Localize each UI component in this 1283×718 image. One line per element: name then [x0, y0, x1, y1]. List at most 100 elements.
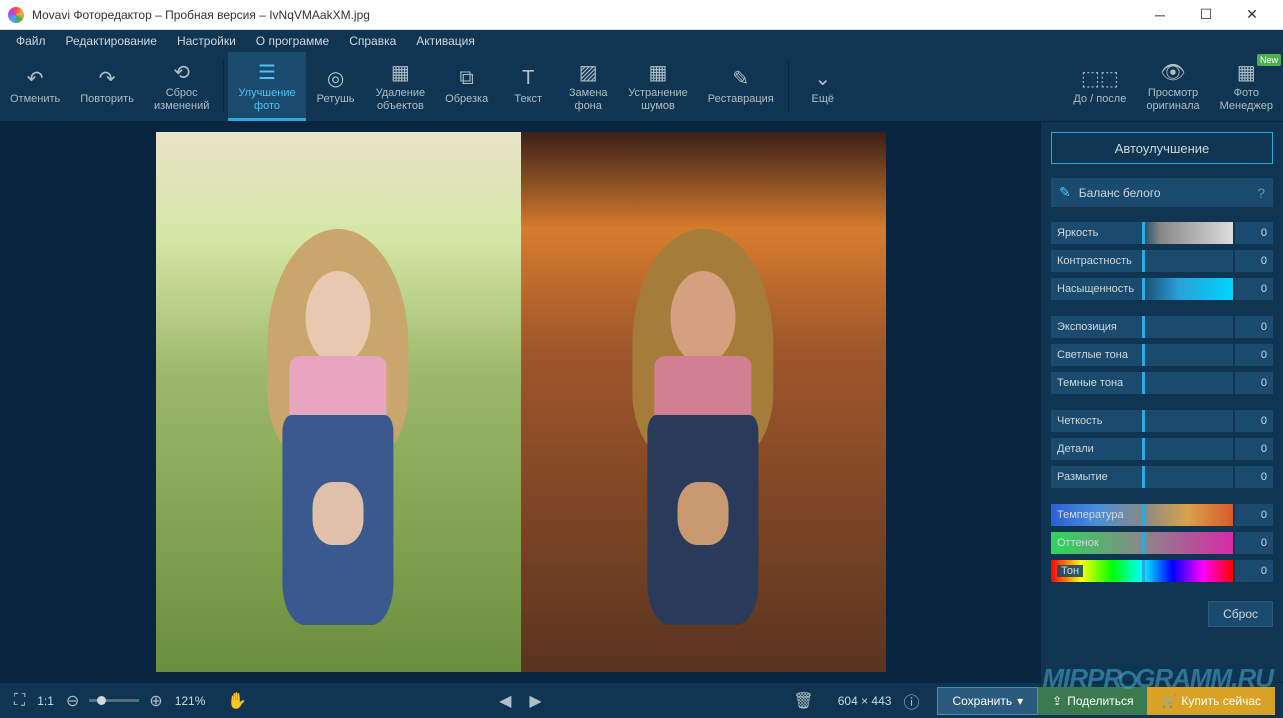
view-original-button[interactable]: 👁Просмотр оригинала	[1136, 52, 1209, 121]
hue-value: 0	[1235, 560, 1273, 582]
maximize-button[interactable]: ☐	[1183, 0, 1229, 30]
menu-settings[interactable]: Настройки	[167, 31, 246, 51]
highlights-value: 0	[1235, 344, 1273, 366]
details-slider[interactable]: Детали0	[1051, 437, 1273, 461]
white-balance-row[interactable]: ✎ Баланс белого ?	[1051, 178, 1273, 207]
exposure-slider[interactable]: Экспозиция0	[1051, 315, 1273, 339]
eraser-icon: ▦	[391, 61, 410, 83]
new-badge: New	[1257, 54, 1281, 66]
separator	[223, 60, 224, 113]
menu-edit[interactable]: Редактирование	[56, 31, 167, 51]
zoom-slider[interactable]	[89, 699, 139, 702]
cart-icon: 🛒	[1161, 694, 1176, 708]
compare-icon: ⬚⬚	[1081, 67, 1119, 89]
shadows-slider[interactable]: Темные тона0	[1051, 371, 1273, 395]
auto-enhance-button[interactable]: Автоулучшение	[1051, 132, 1273, 164]
remove-objects-button[interactable]: ▦Удаление объектов	[366, 52, 436, 121]
brightness-value: 0	[1235, 222, 1273, 244]
reset-changes-button[interactable]: ⟲Сброс изменений	[144, 52, 219, 121]
denoise-button[interactable]: ▦Устранение шумов	[618, 52, 698, 121]
shadows-value: 0	[1235, 372, 1273, 394]
restore-button[interactable]: ✎Реставрация	[698, 52, 784, 121]
save-button[interactable]: Сохранить▾	[937, 687, 1038, 715]
saturation-value: 0	[1235, 278, 1273, 300]
after-image	[521, 132, 886, 672]
text-icon: T	[522, 67, 534, 89]
photo-manager-button[interactable]: New▦Фото Менеджер	[1210, 52, 1283, 121]
main-toolbar: ↶Отменить ↷Повторить ⟲Сброс изменений ☰У…	[0, 52, 1283, 122]
before-image	[156, 132, 521, 672]
close-button[interactable]: ✕	[1229, 0, 1275, 30]
sharpness-slider[interactable]: Четкость0	[1051, 409, 1273, 433]
blur-slider[interactable]: Размытие0	[1051, 465, 1273, 489]
tint-value: 0	[1235, 532, 1273, 554]
enhance-button[interactable]: ☰Улучшение фото	[228, 52, 305, 121]
temperature-slider[interactable]: Температура0	[1051, 503, 1273, 527]
info-button[interactable]: ⓘ	[897, 685, 925, 717]
redo-button[interactable]: ↷Повторить	[70, 52, 144, 121]
more-button[interactable]: ⌄Ещё	[793, 52, 853, 121]
white-balance-label: Баланс белого	[1079, 186, 1257, 200]
undo-button[interactable]: ↶Отменить	[0, 52, 70, 121]
background-icon: ▨	[579, 61, 598, 83]
zoom-value: 121%	[175, 694, 206, 708]
tint-slider[interactable]: Оттенок0	[1051, 531, 1273, 555]
text-button[interactable]: TТекст	[498, 52, 558, 121]
background-swap-button[interactable]: ▨Замена фона	[558, 52, 618, 121]
brightness-slider[interactable]: Яркость0	[1051, 221, 1273, 245]
eye-icon: 👁	[1160, 61, 1185, 83]
help-icon[interactable]: ?	[1257, 185, 1265, 201]
zoom-in-button[interactable]: ⊕	[143, 687, 168, 715]
prev-image-button[interactable]: ◀	[493, 687, 517, 715]
menu-bar: Файл Редактирование Настройки О программ…	[0, 30, 1283, 52]
window-titlebar: Movavi Фоторедактор – Пробная версия – I…	[0, 0, 1283, 30]
restore-icon: ✎	[732, 67, 749, 89]
app-icon	[8, 7, 24, 23]
canvas-area[interactable]	[0, 122, 1041, 682]
chevron-down-icon: ▾	[1017, 694, 1023, 708]
window-title: Movavi Фоторедактор – Пробная версия – I…	[32, 8, 1137, 22]
minimize-button[interactable]: ─	[1137, 0, 1183, 30]
ratio-label[interactable]: 1:1	[37, 694, 54, 708]
menu-activation[interactable]: Активация	[406, 31, 485, 51]
blur-value: 0	[1235, 466, 1273, 488]
contrast-slider[interactable]: Контрастность0	[1051, 249, 1273, 273]
reset-icon: ⟲	[173, 61, 190, 83]
adjustments-panel: Автоулучшение ✎ Баланс белого ? Яркость0…	[1041, 122, 1283, 682]
menu-about[interactable]: О программе	[246, 31, 339, 51]
details-value: 0	[1235, 438, 1273, 460]
status-bar: ⛶ 1:1 ⊖ ⊕ 121% ✋ ◀ ▶ 🗑 604 × 443 ⓘ Сохра…	[0, 682, 1283, 718]
saturation-slider[interactable]: Насыщенность0	[1051, 277, 1273, 301]
chevron-down-icon: ⌄	[814, 67, 831, 89]
zoom-out-button[interactable]: ⊖	[60, 687, 85, 715]
exposure-value: 0	[1235, 316, 1273, 338]
contrast-value: 0	[1235, 250, 1273, 272]
menu-file[interactable]: Файл	[6, 31, 56, 51]
eyedropper-icon: ✎	[1059, 184, 1071, 201]
dimensions-label: 604 × 443	[838, 694, 892, 708]
menu-help[interactable]: Справка	[339, 31, 406, 51]
grid-icon: ▦	[1237, 61, 1256, 83]
retouch-button[interactable]: ◎Ретушь	[306, 52, 366, 121]
hue-slider[interactable]: Тон0	[1051, 559, 1273, 583]
delete-button[interactable]: 🗑	[787, 687, 819, 715]
sharpness-value: 0	[1235, 410, 1273, 432]
noise-icon: ▦	[649, 61, 668, 83]
sliders-icon: ☰	[258, 61, 276, 83]
panel-reset-button[interactable]: Сброс	[1208, 601, 1273, 627]
crop-icon: ⧉	[460, 67, 474, 89]
separator	[788, 60, 789, 113]
undo-icon: ↶	[27, 67, 44, 89]
crop-button[interactable]: ⧉Обрезка	[435, 52, 498, 121]
photo-compare-view	[156, 132, 886, 672]
hand-tool-button[interactable]: ✋	[221, 687, 253, 715]
fullscreen-button[interactable]: ⛶	[8, 688, 31, 714]
buy-button[interactable]: 🛒Купить сейчас	[1147, 687, 1275, 715]
temperature-value: 0	[1235, 504, 1273, 526]
share-button[interactable]: ⇪Поделиться	[1038, 687, 1147, 715]
retouch-icon: ◎	[327, 67, 344, 89]
share-icon: ⇪	[1052, 694, 1062, 708]
before-after-button[interactable]: ⬚⬚До / после	[1063, 52, 1136, 121]
next-image-button[interactable]: ▶	[523, 687, 547, 715]
highlights-slider[interactable]: Светлые тона0	[1051, 343, 1273, 367]
